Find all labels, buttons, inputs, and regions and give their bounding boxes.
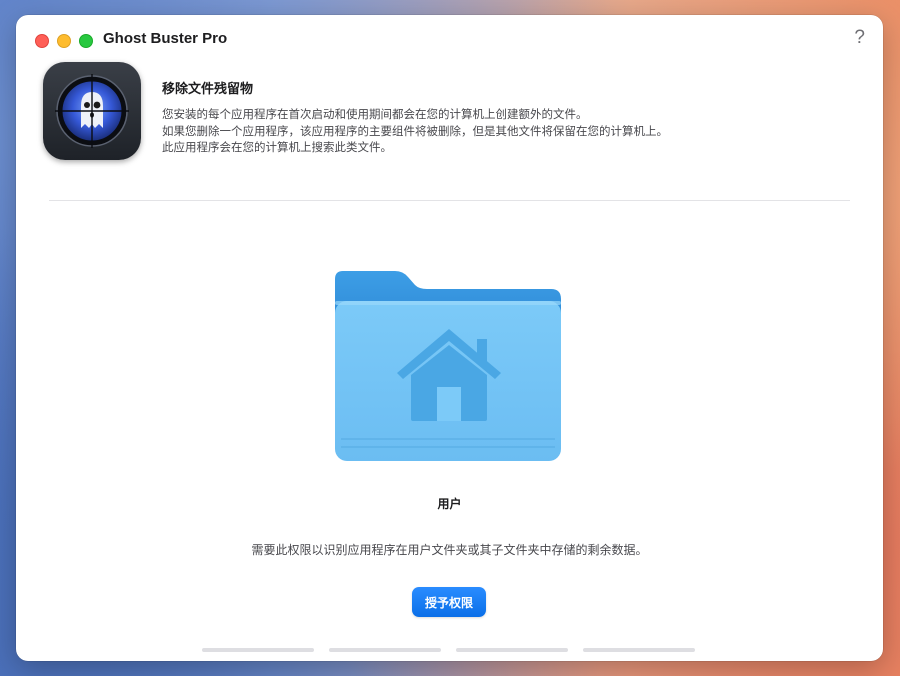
- section-divider: [49, 200, 850, 201]
- step-indicator-segment: [583, 648, 695, 652]
- minimize-window-button[interactable]: [57, 34, 71, 48]
- grant-permission-button[interactable]: 授予权限: [412, 587, 486, 617]
- description-line: 如果您删除一个应用程序，该应用程序的主要组件将被删除，但是其他文件将保留在您的计…: [162, 123, 668, 138]
- window-title: Ghost Buster Pro: [103, 30, 228, 47]
- step-indicator: [202, 648, 695, 652]
- description-line: 您安装的每个应用程序在首次启动和使用期间都会在您的计算机上创建额外的文件。: [162, 107, 588, 121]
- header-text: 移除文件残留物 您安装的每个应用程序在首次启动和使用期间都会在您的计算机上创建额…: [162, 78, 852, 156]
- zoom-window-button[interactable]: [79, 34, 93, 48]
- permission-description: 需要此权限以识别应用程序在用户文件夹或其子文件夹中存储的剩余数据。: [251, 543, 648, 557]
- app-window: Ghost Buster Pro ? 移除文件残留物 您安装的每个应用程序在首次…: [16, 15, 883, 661]
- description-line: 此应用程序会在您的计算机上搜索此类文件。: [162, 140, 392, 154]
- ghost-crosshair-icon: [43, 62, 141, 160]
- folder-label: 用户: [437, 497, 462, 511]
- step-indicator-segment: [329, 648, 441, 652]
- close-window-button[interactable]: [35, 34, 49, 48]
- help-button[interactable]: ?: [854, 27, 865, 49]
- folder-graphic: [335, 271, 561, 461]
- window-controls: [35, 34, 93, 48]
- app-icon-graphic: [55, 74, 129, 148]
- step-indicator-segment: [456, 648, 568, 652]
- header-description: 您安装的每个应用程序在首次启动和使用期间都会在您的计算机上创建额外的文件。 如果…: [162, 106, 852, 156]
- step-indicator-segment: [202, 648, 314, 652]
- home-folder-icon: [333, 267, 565, 467]
- header-heading: 移除文件残留物: [162, 81, 254, 96]
